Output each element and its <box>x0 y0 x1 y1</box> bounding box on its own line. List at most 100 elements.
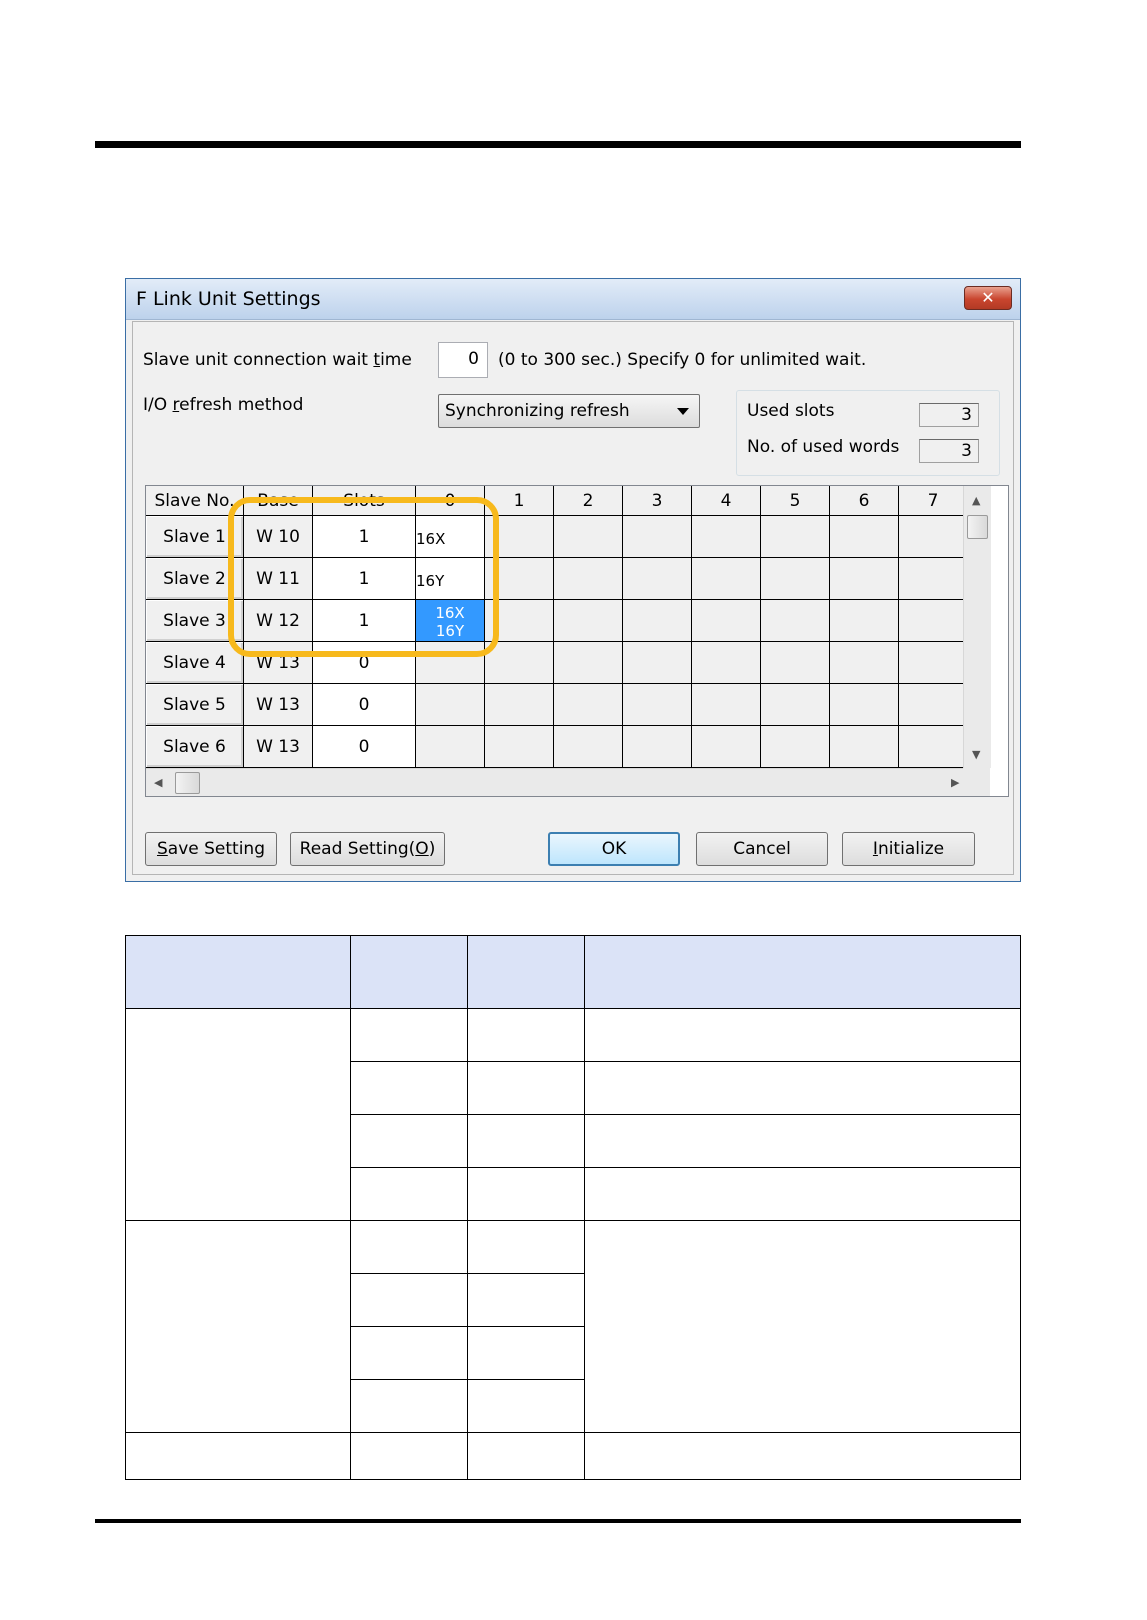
table-cell <box>584 1061 1021 1115</box>
slot-cell[interactable] <box>899 726 968 768</box>
slot-cell[interactable] <box>692 600 761 642</box>
slave-allocation-grid[interactable]: Slave No. Base Slots 0 1 2 3 4 5 6 7 Slave 1W 10 1 16… <box>145 485 1009 797</box>
scroll-right-icon[interactable]: ▶ <box>951 776 959 789</box>
slot-cell[interactable] <box>692 558 761 600</box>
slot-cell[interactable] <box>692 516 761 558</box>
slot-cell[interactable] <box>899 600 968 642</box>
table-header-cell <box>467 935 585 1009</box>
slot-cell[interactable] <box>830 726 899 768</box>
slave-row-button[interactable]: Slave 4 <box>146 642 244 684</box>
slots-cell[interactable]: 0 <box>313 726 416 768</box>
slot-cell[interactable] <box>830 600 899 642</box>
table-cell <box>584 1432 1021 1480</box>
table-cell <box>584 1167 1021 1221</box>
column-header: 7 <box>899 486 968 516</box>
save-setting-button[interactable]: Save Setting <box>145 832 277 866</box>
cancel-button[interactable]: Cancel <box>696 832 828 866</box>
slot-cell[interactable] <box>899 516 968 558</box>
slot-io-label: 16X <box>416 529 446 548</box>
table-cell <box>467 1008 585 1062</box>
refresh-label-text-end: efresh method <box>179 395 304 415</box>
slot-allocation-cell[interactable]: 16Y <box>416 558 485 600</box>
table-cell <box>467 1220 585 1274</box>
slave-row-button[interactable]: Slave 3 <box>146 600 244 642</box>
wait-time-input[interactable]: 0 <box>438 342 488 378</box>
slot-cell[interactable] <box>830 684 899 726</box>
column-header: Slave No. <box>146 486 244 516</box>
table-cell <box>350 1167 468 1221</box>
slot-cell[interactable] <box>830 516 899 558</box>
slot-cell[interactable] <box>623 726 692 768</box>
table-cell <box>350 1114 468 1168</box>
slots-cell[interactable]: 0 <box>313 684 416 726</box>
slot-cell[interactable] <box>899 558 968 600</box>
slot-cell[interactable] <box>554 558 623 600</box>
usage-group: Used slots 3 No. of used words 3 <box>736 390 1000 476</box>
slot-cell[interactable] <box>761 600 830 642</box>
slots-cell[interactable]: 0 <box>313 642 416 684</box>
vertical-scroll-thumb[interactable] <box>967 515 988 539</box>
slot-cell[interactable] <box>761 642 830 684</box>
slot-cell[interactable] <box>761 684 830 726</box>
slot-cell[interactable] <box>485 600 554 642</box>
column-header: 1 <box>485 486 554 516</box>
scroll-down-icon[interactable]: ▼ <box>972 748 980 761</box>
slot-cell[interactable] <box>761 726 830 768</box>
slot-cell[interactable] <box>692 642 761 684</box>
dropdown-arrow-icon[interactable] <box>677 408 689 415</box>
read-setting-button[interactable]: Read Setting(O) <box>290 832 445 866</box>
slot-cell[interactable] <box>485 684 554 726</box>
slave-row-button[interactable]: Slave 6 <box>146 726 244 768</box>
scroll-left-icon[interactable]: ◀ <box>154 776 162 789</box>
slot-cell[interactable] <box>416 726 485 768</box>
wait-time-label-text: Slave unit connection wait <box>143 350 374 370</box>
slave-row-button[interactable]: Slave 1 <box>146 516 244 558</box>
initialize-button[interactable]: Initialize <box>842 832 975 866</box>
scroll-up-icon[interactable]: ▲ <box>972 494 980 507</box>
slot-cell[interactable] <box>554 600 623 642</box>
wait-time-label: Slave unit connection wait time <box>143 350 412 370</box>
slot-cell[interactable] <box>554 726 623 768</box>
slot-cell[interactable] <box>623 558 692 600</box>
table-row <box>125 1008 1021 1221</box>
table-cell <box>467 1273 585 1327</box>
horizontal-scroll-thumb[interactable] <box>175 772 200 794</box>
slots-cell[interactable]: 1 <box>313 516 416 558</box>
slot-cell[interactable] <box>485 726 554 768</box>
slot-allocation-cell[interactable]: 16X <box>416 516 485 558</box>
slot-cell[interactable] <box>485 642 554 684</box>
slot-cell[interactable] <box>554 684 623 726</box>
close-button[interactable]: ✕ <box>964 286 1012 310</box>
slot-cell[interactable] <box>692 726 761 768</box>
vertical-scrollbar[interactable]: ▲ ▼ <box>963 486 991 768</box>
refresh-method-label: I/O refresh method <box>143 395 303 415</box>
slot-cell[interactable] <box>692 684 761 726</box>
slot-allocation-cell[interactable]: 16X 16Y <box>416 600 485 642</box>
used-slots-value: 3 <box>919 403 979 427</box>
slot-cell[interactable] <box>554 516 623 558</box>
slot-cell[interactable] <box>623 516 692 558</box>
refresh-method-select[interactable]: Synchronizing refresh <box>438 394 700 428</box>
slot-cell[interactable] <box>554 642 623 684</box>
slot-cell[interactable] <box>899 642 968 684</box>
slot-cell[interactable] <box>761 516 830 558</box>
slot-cell[interactable] <box>485 516 554 558</box>
ok-button[interactable]: OK <box>548 832 680 866</box>
slot-cell[interactable] <box>899 684 968 726</box>
slot-cell[interactable] <box>623 600 692 642</box>
slot-cell[interactable] <box>416 642 485 684</box>
slot-cell[interactable] <box>416 684 485 726</box>
used-slots-label: Used slots <box>747 401 835 421</box>
slots-cell[interactable]: 1 <box>313 558 416 600</box>
slot-cell[interactable] <box>830 558 899 600</box>
slot-cell[interactable] <box>830 642 899 684</box>
slave-row-button[interactable]: Slave 2 <box>146 558 244 600</box>
title-bar[interactable]: F Link Unit Settings ✕ <box>126 279 1020 320</box>
slot-cell[interactable] <box>485 558 554 600</box>
horizontal-scrollbar[interactable]: ◀ ▶ <box>146 768 990 796</box>
slots-cell[interactable]: 1 <box>313 600 416 642</box>
slot-cell[interactable] <box>623 642 692 684</box>
slot-cell[interactable] <box>761 558 830 600</box>
slave-row-button[interactable]: Slave 5 <box>146 684 244 726</box>
slot-cell[interactable] <box>623 684 692 726</box>
